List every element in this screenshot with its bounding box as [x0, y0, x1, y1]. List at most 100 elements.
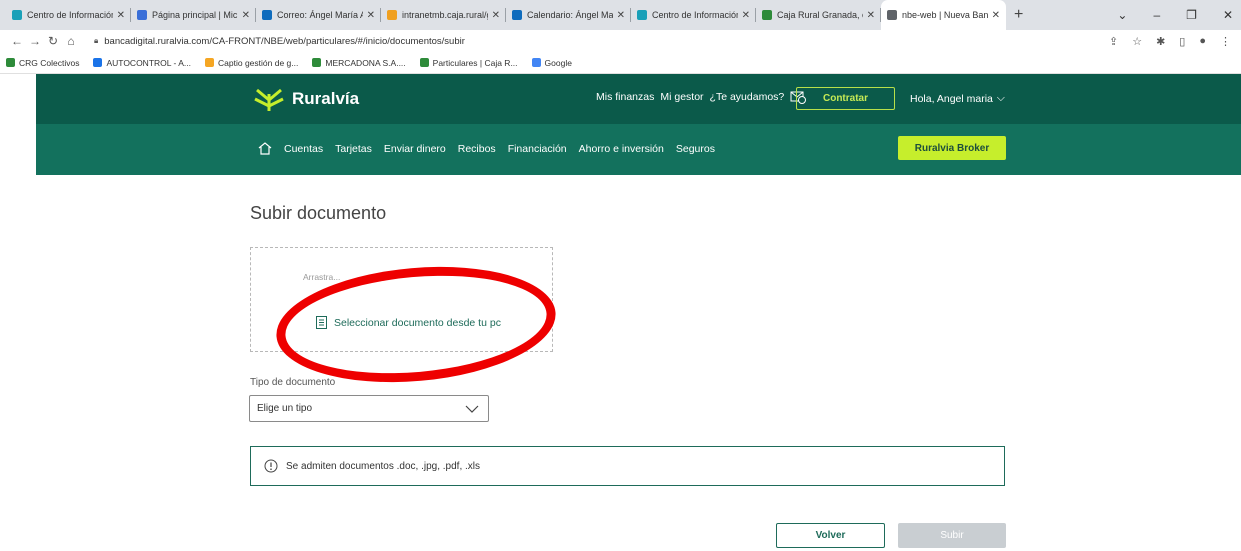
- minimize-icon[interactable]: –: [1153, 8, 1160, 22]
- ruralvia-broker-button[interactable]: Ruralvia Broker: [898, 136, 1006, 160]
- side-panel-icon[interactable]: ▯: [1179, 35, 1185, 48]
- tab-favicon-icon: [512, 10, 522, 20]
- address-bar-actions: ⇪ ☆ ✱ ▯ ● ⋮: [1109, 30, 1231, 52]
- tab-label: Centro de Información CRG: [652, 10, 738, 20]
- tab-favicon-icon: [387, 10, 397, 20]
- tab-close-icon[interactable]: ✕: [992, 10, 1000, 21]
- home-icon[interactable]: ⌂: [62, 34, 80, 48]
- tab-favicon-icon: [887, 10, 897, 20]
- chevron-down-icon: ⌵: [996, 92, 1005, 104]
- nav-tarjetas[interactable]: Tarjetas: [335, 143, 372, 155]
- extensions-icon[interactable]: ✱: [1156, 35, 1165, 48]
- bookmark-favicon-icon: [93, 58, 103, 67]
- back-button[interactable]: Volver: [776, 523, 885, 548]
- ruralvia-logo[interactable]: Ruralvía: [252, 86, 359, 112]
- tab-close-icon[interactable]: ✕: [492, 10, 500, 21]
- bookmark-item[interactable]: CRG Colectivos: [6, 58, 79, 68]
- info-text: Se admiten documentos .doc, .jpg, .pdf, …: [286, 460, 480, 472]
- greeting-text: Hola, Angel maria: [910, 92, 993, 105]
- profile-icon[interactable]: ●: [1199, 35, 1206, 47]
- link-te-ayudamos[interactable]: ¿Te ayudamos?: [710, 91, 785, 103]
- close-window-icon[interactable]: ✕: [1223, 8, 1233, 22]
- lock-icon: 🔒︎: [94, 36, 99, 45]
- tab-search-icon[interactable]: ⌄: [1117, 8, 1127, 22]
- contratar-button[interactable]: Contratar: [796, 87, 895, 110]
- address-bar: ← → ↻ ⌂ 🔒︎ bancadigital.ruralvia.com/CA-…: [0, 30, 1241, 52]
- bookmark-label: Particulares | Caja R...: [432, 57, 518, 68]
- nav-financiacion[interactable]: Financiación: [508, 143, 567, 155]
- forward-icon[interactable]: →: [26, 34, 44, 48]
- ruralvia-leaf-icon: [254, 88, 284, 111]
- chevron-down-icon: [465, 405, 479, 413]
- tab-favicon-icon: [262, 10, 272, 20]
- nav-ahorro-inversion[interactable]: Ahorro e inversión: [579, 143, 664, 155]
- doc-type-value: Elige un tipo: [257, 403, 313, 414]
- browser-tab[interactable]: Centro de Información CRG ✕: [6, 0, 131, 30]
- bookmark-favicon-icon: [6, 58, 15, 67]
- bookmark-item[interactable]: MERCADONA S.A....: [312, 57, 406, 68]
- bookmark-label: Google: [544, 57, 572, 68]
- nav-seguros[interactable]: Seguros: [676, 143, 715, 155]
- browser-tab[interactable]: nbe-web | Nueva Banca Elec ✕: [881, 0, 1006, 30]
- home-nav-icon[interactable]: [258, 142, 272, 155]
- bookmark-item[interactable]: Google: [531, 57, 572, 68]
- logo-text: Ruralvía: [292, 89, 360, 108]
- main-nav: Cuentas Tarjetas Enviar dinero Recibos F…: [258, 142, 715, 155]
- url-field[interactable]: 🔒︎ bancadigital.ruralvia.com/CA-FRONT/NB…: [94, 36, 465, 47]
- browser-tab[interactable]: Calendario: Ángel María Ag ✕: [506, 0, 631, 30]
- menu-icon[interactable]: ⋮: [1220, 35, 1231, 48]
- restore-icon[interactable]: ❐: [1186, 8, 1197, 22]
- tab-label: Calendario: Ángel María Ag: [527, 10, 613, 20]
- bookmark-favicon-icon: [419, 58, 429, 67]
- back-icon[interactable]: ←: [8, 34, 26, 48]
- bookmark-favicon-icon: [531, 58, 541, 67]
- bookmark-label: Captio gestión de g...: [218, 57, 299, 68]
- tab-favicon-icon: [12, 10, 22, 20]
- browser-tab[interactable]: Página principal | Microsoft ✕: [131, 0, 256, 30]
- nav-cuentas[interactable]: Cuentas: [284, 143, 323, 155]
- bookmark-item[interactable]: AUTOCONTROL - A...: [93, 58, 191, 68]
- doc-type-select[interactable]: Elige un tipo: [249, 395, 489, 422]
- tab-label: nbe-web | Nueva Banca Elec: [902, 10, 988, 20]
- info-banner: Se admiten documentos .doc, .jpg, .pdf, …: [250, 446, 1005, 486]
- tab-close-icon[interactable]: ✕: [117, 10, 125, 21]
- nav-recibos[interactable]: Recibos: [458, 143, 496, 155]
- bookmark-label: AUTOCONTROL - A...: [106, 57, 192, 68]
- tab-close-icon[interactable]: ✕: [742, 10, 750, 21]
- tab-label: Caja Rural Granada, estamos: [777, 10, 863, 20]
- tab-close-icon[interactable]: ✕: [242, 10, 250, 21]
- tab-close-icon[interactable]: ✕: [867, 10, 875, 21]
- info-icon: [264, 459, 278, 473]
- nav-enviar-dinero[interactable]: Enviar dinero: [384, 143, 446, 155]
- bookmark-favicon-icon: [205, 58, 215, 67]
- tab-favicon-icon: [762, 10, 772, 20]
- top-nav: Mis finanzas Mi gestor ¿Te ayudamos?: [596, 90, 807, 104]
- share-icon[interactable]: ⇪: [1109, 35, 1118, 48]
- bookmark-favicon-icon: [312, 58, 322, 67]
- tab-close-icon[interactable]: ✕: [367, 10, 375, 21]
- link-mis-finanzas[interactable]: Mis finanzas: [596, 91, 654, 103]
- user-menu[interactable]: Hola, Angel maria ⌵: [910, 92, 1005, 105]
- bookmark-star-icon[interactable]: ☆: [1132, 35, 1142, 48]
- bookmark-label: MERCADONA S.A....: [325, 57, 406, 68]
- browser-tab-bar: Centro de Información CRG✕Página princip…: [0, 0, 1241, 30]
- upload-button[interactable]: Subir: [898, 523, 1006, 548]
- bookmark-item[interactable]: Captio gestión de g...: [205, 58, 298, 68]
- browser-tab[interactable]: Caja Rural Granada, estamos ✕: [756, 0, 881, 30]
- page-title: Subir documento: [250, 203, 387, 223]
- window-controls: ⌄ – ❐ ✕: [1117, 0, 1233, 30]
- browser-tab[interactable]: intranetmb.caja.rural/grana ✕: [381, 0, 506, 30]
- tab-label: Centro de Información CRG: [27, 10, 113, 20]
- tab-label: intranetmb.caja.rural/grana: [402, 10, 488, 20]
- browser-tab[interactable]: Centro de Información CRG ✕: [631, 0, 756, 30]
- tab-close-icon[interactable]: ✕: [617, 10, 625, 21]
- link-mi-gestor[interactable]: Mi gestor: [660, 91, 703, 103]
- tab-label: Página principal | Microsoft: [152, 10, 238, 20]
- new-tab-button[interactable]: +: [1014, 6, 1023, 24]
- browser-tab[interactable]: Correo: Ángel María Aguilar ✕: [256, 0, 381, 30]
- url-text: bancadigital.ruralvia.com/CA-FRONT/NBE/w…: [104, 35, 465, 47]
- tab-favicon-icon: [137, 10, 147, 20]
- bookmark-item[interactable]: Particulares | Caja R...: [419, 57, 518, 68]
- reload-icon[interactable]: ↻: [44, 34, 62, 48]
- drop-hint-text: Arrastra...: [303, 272, 341, 282]
